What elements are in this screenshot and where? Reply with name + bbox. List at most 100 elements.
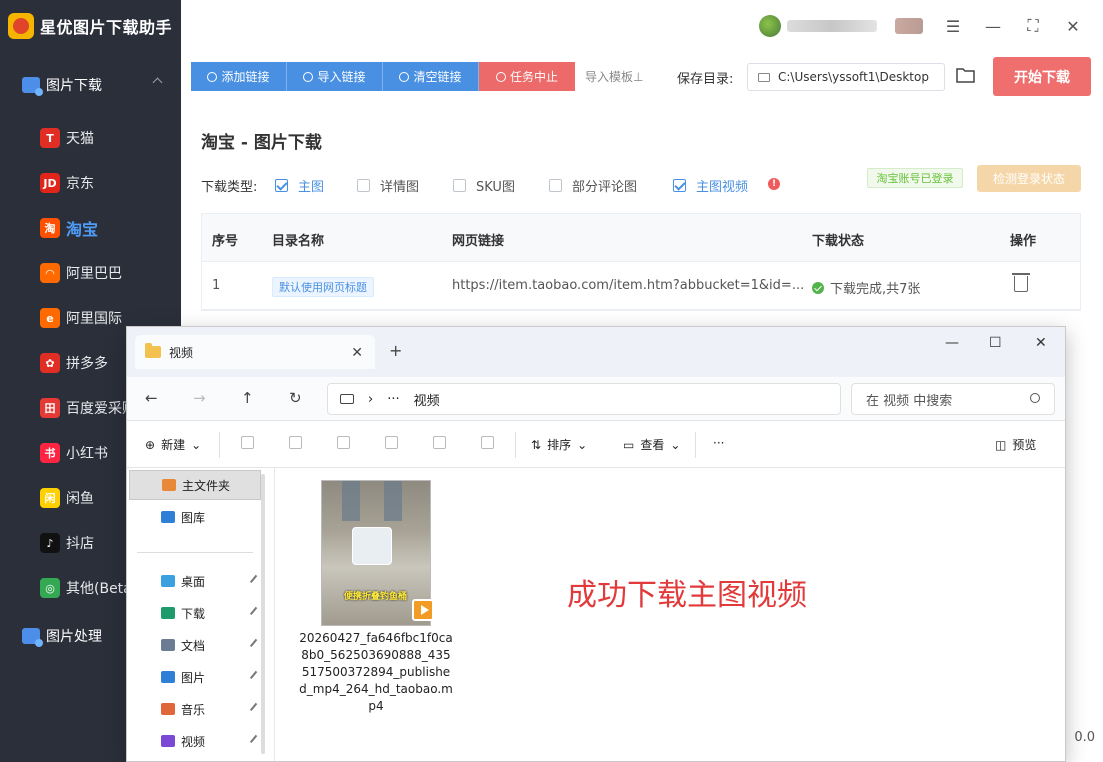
minimize-icon[interactable]: —: [981, 14, 1005, 38]
new-label: 新建: [161, 438, 186, 452]
explorer-tab[interactable]: 视频 ✕: [135, 335, 375, 369]
col-status: 下载状态: [812, 234, 865, 249]
start-download-button[interactable]: 开始下载: [993, 57, 1091, 96]
cut-icon[interactable]: [241, 436, 254, 449]
stop-task-button[interactable]: 任务中止: [479, 62, 575, 91]
close-icon[interactable]: ✕: [1035, 335, 1047, 351]
checkbox[interactable]: [357, 179, 370, 192]
sidebar-item[interactable]: 淘淘宝: [0, 210, 181, 246]
download-type-option[interactable]: SKU图: [453, 176, 515, 195]
delete-row-icon[interactable]: [1012, 273, 1030, 292]
rename-icon[interactable]: [385, 436, 398, 449]
sort-button[interactable]: ⇅ 排序 ⌄: [531, 436, 587, 453]
avatar[interactable]: [759, 15, 781, 37]
download-type-option[interactable]: 主图: [275, 176, 324, 195]
pin-icon: [249, 638, 262, 651]
sidebar-item[interactable]: JD 京东: [0, 165, 181, 201]
address-bar[interactable]: › ··· 视频: [327, 383, 841, 415]
sidebar-item[interactable]: ◠ 阿里巴巴: [0, 255, 181, 291]
minimize-icon[interactable]: —: [945, 335, 959, 351]
check-login-button[interactable]: 检测登录状态: [977, 165, 1081, 192]
up-icon[interactable]: ↑: [241, 389, 254, 407]
chevron-up-icon: [152, 77, 163, 88]
save-dir-field[interactable]: C:\Users\yssoft1\Desktop: [747, 63, 945, 91]
page-title: 淘宝 - 图片下载: [201, 133, 322, 153]
view-button[interactable]: ▭ 查看 ⌄: [623, 436, 680, 453]
stop-task-label: 任务中止: [509, 70, 558, 84]
sidebar-group-image-download[interactable]: 图片下载: [0, 67, 181, 103]
import-link-button[interactable]: 导入链接: [287, 62, 383, 91]
scrollbar[interactable]: [261, 474, 265, 754]
alibaba-intl-icon: e: [40, 308, 60, 328]
sidebar-item-label: 闲鱼: [66, 491, 94, 507]
nav-item[interactable]: 视频: [129, 726, 262, 756]
col-action: 操作: [1010, 234, 1037, 249]
pin-icon: [249, 702, 262, 715]
option-label: 详情图: [380, 180, 420, 195]
alibaba-icon: ◠: [40, 263, 60, 283]
close-tab-icon[interactable]: ✕: [351, 345, 363, 361]
maximize-icon[interactable]: ⛶: [1021, 14, 1045, 38]
divider: [515, 432, 516, 458]
nav-item[interactable]: 图片: [129, 662, 262, 692]
version-text: 0.0: [1074, 730, 1095, 745]
preview-button[interactable]: ◫ 预览: [995, 436, 1036, 453]
thumbnail-caption: 便携折叠钓鱼桶: [344, 592, 408, 602]
download-type-option[interactable]: 部分评论图: [549, 176, 637, 195]
maximize-icon[interactable]: ☐: [989, 335, 1002, 351]
nav-item-label: 图库: [181, 510, 206, 525]
sort-icon: ⇅: [531, 437, 542, 452]
back-icon[interactable]: ←: [145, 389, 158, 407]
cloud-icon: [303, 71, 314, 82]
more-options-icon[interactable]: ···: [713, 436, 724, 450]
add-link-button[interactable]: 添加链接: [191, 62, 287, 91]
checkbox[interactable]: [453, 179, 466, 192]
checkbox[interactable]: [549, 179, 562, 192]
sidebar-item-label: 京东: [66, 176, 94, 192]
search-input[interactable]: 在 视频 中搜索: [851, 383, 1055, 415]
video-thumbnail[interactable]: 便携折叠钓鱼桶: [321, 480, 434, 626]
search-icon: [1030, 393, 1040, 403]
close-icon[interactable]: ✕: [1061, 14, 1085, 38]
download-type-option[interactable]: 主图视频: [673, 176, 748, 195]
folder-icon: [758, 72, 770, 82]
document-icon: [161, 639, 175, 651]
copy-icon[interactable]: [289, 436, 302, 449]
file-name[interactable]: 20260427_fa646fbc1f0ca8b0_562503690888_4…: [299, 630, 453, 715]
checkbox[interactable]: [275, 179, 288, 192]
douyin-icon: ♪: [40, 533, 60, 553]
refresh-icon[interactable]: ↻: [289, 389, 302, 407]
dir-name-tag[interactable]: 默认使用网页标题: [272, 277, 374, 297]
share-icon[interactable]: [433, 436, 446, 449]
nav-item[interactable]: 桌面: [129, 566, 262, 596]
breadcrumb[interactable]: 视频: [414, 390, 440, 409]
taobao-icon: 淘: [40, 218, 60, 238]
clear-link-button[interactable]: 清空链接: [383, 62, 479, 91]
row-status: 下载完成,共7张: [812, 278, 920, 297]
row-url[interactable]: https://item.taobao.com/item.htm?abbucke…: [452, 278, 804, 293]
import-template-link[interactable]: 导入模板⊥: [585, 68, 643, 85]
stop-icon: [495, 71, 506, 82]
info-icon[interactable]: !: [768, 178, 780, 190]
file-explorer-window: 视频 ✕ + — ☐ ✕ ← → ↑ ↻ › ··· 视频 在 视频 中搜索 ⊕…: [126, 326, 1066, 762]
settings-sliders-icon[interactable]: ☰: [941, 14, 965, 38]
nav-item[interactable]: 图库: [129, 502, 261, 532]
paste-icon[interactable]: [337, 436, 350, 449]
new-button[interactable]: ⊕ 新建 ⌄: [145, 436, 201, 453]
open-folder-icon[interactable]: [956, 66, 976, 84]
nav-item[interactable]: 音乐: [129, 694, 262, 724]
divider: [137, 552, 253, 553]
checkbox[interactable]: [673, 179, 686, 192]
clear-link-label: 清空链接: [413, 70, 462, 84]
forward-icon[interactable]: →: [193, 389, 206, 407]
delete-icon[interactable]: [481, 436, 494, 449]
row-status-text: 下载完成,共7张: [830, 282, 921, 297]
nav-item[interactable]: 文档: [129, 630, 262, 660]
nav-item[interactable]: 下载: [129, 598, 262, 628]
ellipsis-icon[interactable]: ···: [387, 392, 399, 407]
download-type-option[interactable]: 详情图: [357, 176, 419, 195]
sidebar-item[interactable]: T 天猫: [0, 120, 181, 156]
new-tab-icon[interactable]: +: [389, 341, 402, 360]
nav-item[interactable]: 主文件夹: [129, 470, 261, 500]
nav-item-label: 音乐: [181, 702, 206, 717]
